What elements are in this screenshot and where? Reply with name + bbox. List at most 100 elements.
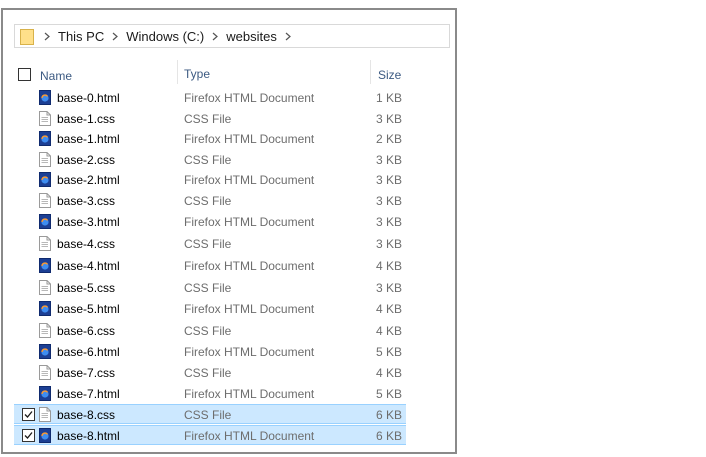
file-name[interactable]: base-8.html [57,429,120,443]
breadcrumb-websites[interactable]: websites [226,29,277,44]
firefox-html-icon [39,258,51,273]
file-name[interactable]: base-1.css [57,112,115,126]
file-name[interactable]: base-2.css [57,153,115,167]
file-row[interactable]: base-5.html Firefox HTML Document 4 KB [14,299,406,319]
file-type: CSS File [184,153,232,167]
file-size: 1 KB [376,91,403,105]
file-type: Firefox HTML Document [184,259,315,273]
column-header-row: Name Type Size [14,60,414,88]
file-size: 3 KB [376,153,403,167]
file-name[interactable]: base-5.html [57,302,120,316]
file-size: 6 KB [376,429,403,443]
file-type: Firefox HTML Document [184,91,315,105]
file-size: 3 KB [376,215,403,229]
file-type: Firefox HTML Document [184,302,315,316]
file-name[interactable]: base-6.html [57,345,120,359]
file-row[interactable]: base-8.html Firefox HTML Document 6 KB [14,425,406,445]
file-row[interactable]: base-2.css CSS File 3 KB [14,150,406,170]
file-type: CSS File [184,194,232,208]
chevron-right-icon[interactable] [112,32,119,41]
file-name[interactable]: base-7.html [57,387,120,401]
file-size: 3 KB [376,173,403,187]
css-file-icon [39,407,51,422]
file-size: 5 KB [376,387,403,401]
select-all-checkbox[interactable] [18,68,31,81]
firefox-html-icon [39,214,51,229]
firefox-html-icon [39,90,51,105]
row-checkbox[interactable] [22,408,35,421]
chevron-right-icon[interactable] [44,32,50,41]
file-row[interactable]: base-3.html Firefox HTML Document 3 KB [14,212,406,232]
firefox-html-icon [39,386,51,401]
column-header-name[interactable]: Name [40,69,72,83]
file-size: 4 KB [376,259,403,273]
firefox-html-icon [39,172,51,187]
file-size: 4 KB [376,324,403,338]
file-name[interactable]: base-0.html [57,91,120,105]
css-file-icon [39,365,51,380]
firefox-html-icon [39,344,51,359]
file-type: Firefox HTML Document [184,387,315,401]
file-row[interactable]: base-4.css CSS File 3 KB [14,234,406,254]
file-type: Firefox HTML Document [184,215,315,229]
file-type: Firefox HTML Document [184,429,315,443]
chevron-right-icon[interactable] [212,32,219,41]
file-name[interactable]: base-7.css [57,366,115,380]
file-explorer-window: This PC Windows (C:) websites Name Type … [1,8,457,454]
file-row[interactable]: base-2.html Firefox HTML Document 3 KB [14,170,406,190]
css-file-icon [39,236,51,251]
firefox-html-icon [39,301,51,316]
file-type: CSS File [184,112,232,126]
file-name[interactable]: base-5.css [57,281,115,295]
file-row[interactable]: base-1.css CSS File 3 KB [14,109,406,129]
file-row[interactable]: base-6.css CSS File 4 KB [14,321,406,341]
file-name[interactable]: base-3.html [57,215,120,229]
file-name[interactable]: base-8.css [57,408,115,422]
file-size: 3 KB [376,194,403,208]
file-type: Firefox HTML Document [184,345,315,359]
file-row[interactable]: base-6.html Firefox HTML Document 5 KB [14,342,406,362]
file-row[interactable]: base-5.css CSS File 3 KB [14,278,406,298]
css-file-icon [39,323,51,338]
file-row[interactable]: base-1.html Firefox HTML Document 2 KB [14,129,406,149]
file-row[interactable]: base-4.html Firefox HTML Document 4 KB [14,256,406,276]
folder-icon [20,28,34,45]
breadcrumb-windows-c[interactable]: Windows (C:) [126,29,204,44]
file-row[interactable]: base-8.css CSS File 6 KB [14,404,406,424]
file-size: 3 KB [376,281,403,295]
file-name[interactable]: base-3.css [57,194,115,208]
file-row[interactable]: base-0.html Firefox HTML Document 1 KB [14,88,406,108]
file-type: CSS File [184,408,232,422]
firefox-html-icon [39,131,51,146]
file-name[interactable]: base-2.html [57,173,120,187]
file-name[interactable]: base-6.css [57,324,115,338]
file-row[interactable]: base-3.css CSS File 3 KB [14,191,406,211]
css-file-icon [39,193,51,208]
chevron-right-icon[interactable] [285,32,291,41]
file-name[interactable]: base-4.html [57,259,120,273]
file-size: 4 KB [376,302,403,316]
breadcrumb-this-pc[interactable]: This PC [58,29,104,44]
column-header-size[interactable]: Size [378,68,401,82]
address-bar[interactable]: This PC Windows (C:) websites [14,24,450,48]
file-size: 5 KB [376,345,403,359]
css-file-icon [39,280,51,295]
file-size: 3 KB [376,112,403,126]
file-type: CSS File [184,324,232,338]
firefox-html-icon [39,428,51,443]
file-size: 3 KB [376,237,403,251]
column-divider[interactable] [177,60,178,84]
file-name[interactable]: base-4.css [57,237,115,251]
column-divider[interactable] [370,60,371,84]
file-row[interactable]: base-7.html Firefox HTML Document 5 KB [14,384,406,404]
file-size: 2 KB [376,132,403,146]
css-file-icon [39,111,51,126]
file-type: Firefox HTML Document [184,132,315,146]
row-checkbox[interactable] [22,429,35,442]
column-header-type[interactable]: Type [184,67,210,81]
file-name[interactable]: base-1.html [57,132,120,146]
file-type: Firefox HTML Document [184,173,315,187]
file-type: CSS File [184,237,232,251]
css-file-icon [39,152,51,167]
file-row[interactable]: base-7.css CSS File 4 KB [14,363,406,383]
